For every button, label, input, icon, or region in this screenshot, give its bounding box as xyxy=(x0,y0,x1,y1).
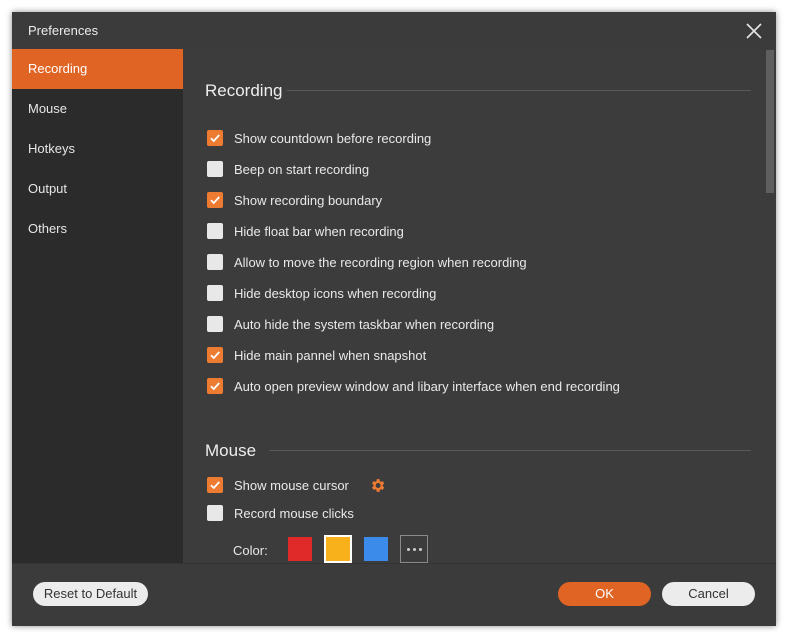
scrollbar-thumb[interactable] xyxy=(766,50,774,193)
recording-option[interactable]: Hide main pannel when snapshot xyxy=(207,345,426,365)
recording-section-title: Recording xyxy=(205,81,283,100)
option-label: Auto open preview window and libary inte… xyxy=(234,378,620,394)
ok-button[interactable]: OK xyxy=(558,582,651,606)
option-label: Hide desktop icons when recording xyxy=(234,285,437,301)
recording-option[interactable]: Auto hide the system taskbar when record… xyxy=(207,314,494,334)
color-swatch-yellow[interactable] xyxy=(324,535,352,563)
option-label: Show recording boundary xyxy=(234,192,383,208)
section-divider xyxy=(287,90,751,91)
checkbox[interactable] xyxy=(207,347,223,363)
scrollbar[interactable] xyxy=(764,49,776,563)
checkbox[interactable] xyxy=(207,378,223,394)
recording-option[interactable]: Show countdown before recording xyxy=(207,128,431,148)
color-label: Color: xyxy=(233,543,268,558)
option-label: Record mouse clicks xyxy=(234,505,354,521)
mouse-section-title: Mouse xyxy=(205,441,257,460)
cancel-button[interactable]: Cancel xyxy=(662,582,755,606)
checkbox[interactable] xyxy=(207,285,223,301)
dialog-title: Preferences xyxy=(28,23,99,38)
record-mouse-clicks-checkbox[interactable]: Record mouse clicks xyxy=(207,503,354,523)
title-bar: Preferences xyxy=(12,12,776,49)
option-label: Allow to move the recording region when … xyxy=(234,254,527,270)
checkmark-icon xyxy=(210,134,220,143)
checkmark-icon xyxy=(210,481,220,490)
checkbox[interactable] xyxy=(207,505,223,521)
sidebar-item-recording[interactable]: Recording xyxy=(12,49,183,89)
checkmark-icon xyxy=(210,351,220,360)
sidebar-item-hotkeys[interactable]: Hotkeys xyxy=(12,129,183,169)
color-swatch-red[interactable] xyxy=(286,535,314,563)
checkbox[interactable] xyxy=(207,192,223,208)
recording-option[interactable]: Beep on start recording xyxy=(207,159,369,179)
option-label: Hide float bar when recording xyxy=(234,223,404,239)
sidebar-item-others[interactable]: Others xyxy=(12,209,183,249)
checkbox[interactable] xyxy=(207,130,223,146)
recording-option[interactable]: Hide float bar when recording xyxy=(207,221,404,241)
option-label: Show countdown before recording xyxy=(234,130,432,146)
sidebar-item-output[interactable]: Output xyxy=(12,169,183,209)
reset-to-default-button[interactable]: Reset to Default xyxy=(33,582,148,606)
recording-option[interactable]: Auto open preview window and libary inte… xyxy=(207,376,620,396)
sidebar: Recording Mouse Hotkeys Output Others xyxy=(12,49,183,563)
checkbox[interactable] xyxy=(207,161,223,177)
recording-option[interactable]: Hide desktop icons when recording xyxy=(207,283,436,303)
color-swatch-blue[interactable] xyxy=(362,535,390,563)
section-divider xyxy=(269,450,751,451)
close-icon[interactable] xyxy=(744,21,764,41)
preferences-dialog: Preferences Recording Mouse Hotkeys Outp… xyxy=(12,12,776,626)
option-label: Auto hide the system taskbar when record… xyxy=(234,316,495,332)
checkbox[interactable] xyxy=(207,316,223,332)
option-label: Beep on start recording xyxy=(234,161,370,177)
checkbox[interactable] xyxy=(207,254,223,270)
checkbox[interactable] xyxy=(207,223,223,239)
footer: Reset to Default OK Cancel xyxy=(12,563,776,626)
recording-option[interactable]: Show recording boundary xyxy=(207,190,382,210)
option-label: Show mouse cursor xyxy=(234,477,349,493)
option-label: Hide main pannel when snapshot xyxy=(234,347,427,363)
settings-panel: Recording Show countdown before recordin… xyxy=(183,49,776,563)
checkbox[interactable] xyxy=(207,477,223,493)
sidebar-item-mouse[interactable]: Mouse xyxy=(12,89,183,129)
recording-option[interactable]: Allow to move the recording region when … xyxy=(207,252,527,272)
show-mouse-cursor-checkbox[interactable]: Show mouse cursor xyxy=(207,475,386,495)
gear-icon[interactable] xyxy=(369,477,386,494)
checkmark-icon xyxy=(210,196,220,205)
more-colors-button[interactable] xyxy=(400,535,428,563)
checkmark-icon xyxy=(210,382,220,391)
